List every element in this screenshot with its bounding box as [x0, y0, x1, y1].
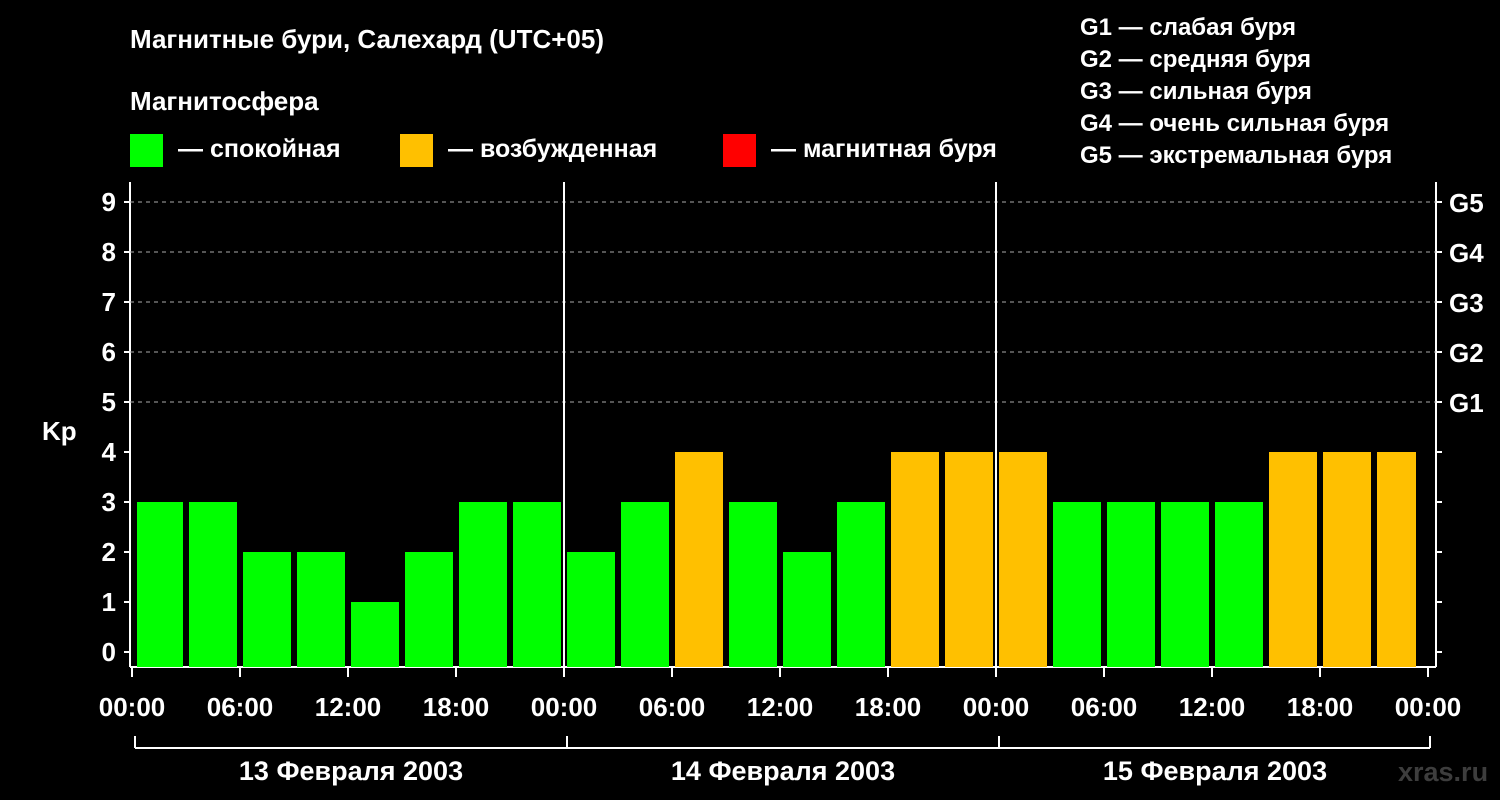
storm-level-label: G5 — [1449, 188, 1484, 218]
kp-bar — [1215, 502, 1263, 667]
x-tick-label: 12:00 — [315, 692, 382, 722]
kp-bar — [351, 602, 399, 667]
y-tick-label: 1 — [102, 587, 116, 617]
y-tick-label: 2 — [102, 537, 116, 567]
kp-bar — [999, 452, 1047, 667]
storm-level-label: G1 — [1449, 388, 1484, 418]
y-axis-label: Kp — [42, 416, 77, 446]
kp-bar — [675, 452, 723, 667]
day-label: 15 Февраля 2003 — [1103, 756, 1327, 786]
x-tick-label: 12:00 — [1179, 692, 1246, 722]
storm-level-label: G3 — [1449, 288, 1484, 318]
y-tick-label: 7 — [102, 287, 116, 317]
storm-level-label: G2 — [1449, 338, 1484, 368]
x-tick-label: 00:00 — [963, 692, 1030, 722]
kp-bar — [459, 502, 507, 667]
kp-bar — [837, 502, 885, 667]
x-tick-label: 06:00 — [1071, 692, 1138, 722]
kp-bar — [189, 502, 237, 667]
x-tick-label: 18:00 — [423, 692, 490, 722]
kp-bar — [1269, 452, 1317, 667]
x-tick-label: 06:00 — [207, 692, 274, 722]
kp-bar — [1107, 502, 1155, 667]
x-tick-label: 00:00 — [1395, 692, 1462, 722]
kp-bar — [783, 552, 831, 667]
watermark: xras.ru — [1398, 757, 1489, 787]
storm-level-label: G4 — [1449, 238, 1484, 268]
kp-bar — [729, 502, 777, 667]
kp-bar — [1323, 452, 1371, 667]
x-tick-label: 00:00 — [531, 692, 598, 722]
x-tick-label: 00:00 — [99, 692, 166, 722]
kp-bar — [621, 502, 669, 667]
y-tick-label: 9 — [102, 187, 116, 217]
y-tick-label: 6 — [102, 337, 116, 367]
kp-bar — [891, 452, 939, 667]
kp-bar — [1053, 502, 1101, 667]
kp-bar — [137, 502, 183, 667]
y-tick-label: 8 — [102, 237, 116, 267]
y-tick-label: 5 — [102, 387, 116, 417]
y-tick-label: 3 — [102, 487, 116, 517]
kp-bar — [297, 552, 345, 667]
day-label: 14 Февраля 2003 — [671, 756, 895, 786]
kp-bar — [945, 452, 993, 667]
kp-bar — [1377, 452, 1416, 667]
y-tick-label: 0 — [102, 637, 116, 667]
y-tick-label: 4 — [102, 437, 117, 467]
kp-bar — [567, 552, 615, 667]
kp-bar — [405, 552, 453, 667]
day-label: 13 Февраля 2003 — [239, 756, 463, 786]
x-tick-label: 18:00 — [1287, 692, 1354, 722]
kp-bar — [513, 502, 561, 667]
kp-bar-chart: 0 1 2 3 4 5 6 7 8 9 G1 G2 G3 G4 G5 Kp 00:00 06:00 12:00 18:… — [42, 182, 1484, 786]
kp-bar — [243, 552, 291, 667]
x-tick-label: 12:00 — [747, 692, 814, 722]
x-tick-label: 18:00 — [855, 692, 922, 722]
x-tick-label: 06:00 — [639, 692, 706, 722]
kp-bar — [1161, 502, 1209, 667]
